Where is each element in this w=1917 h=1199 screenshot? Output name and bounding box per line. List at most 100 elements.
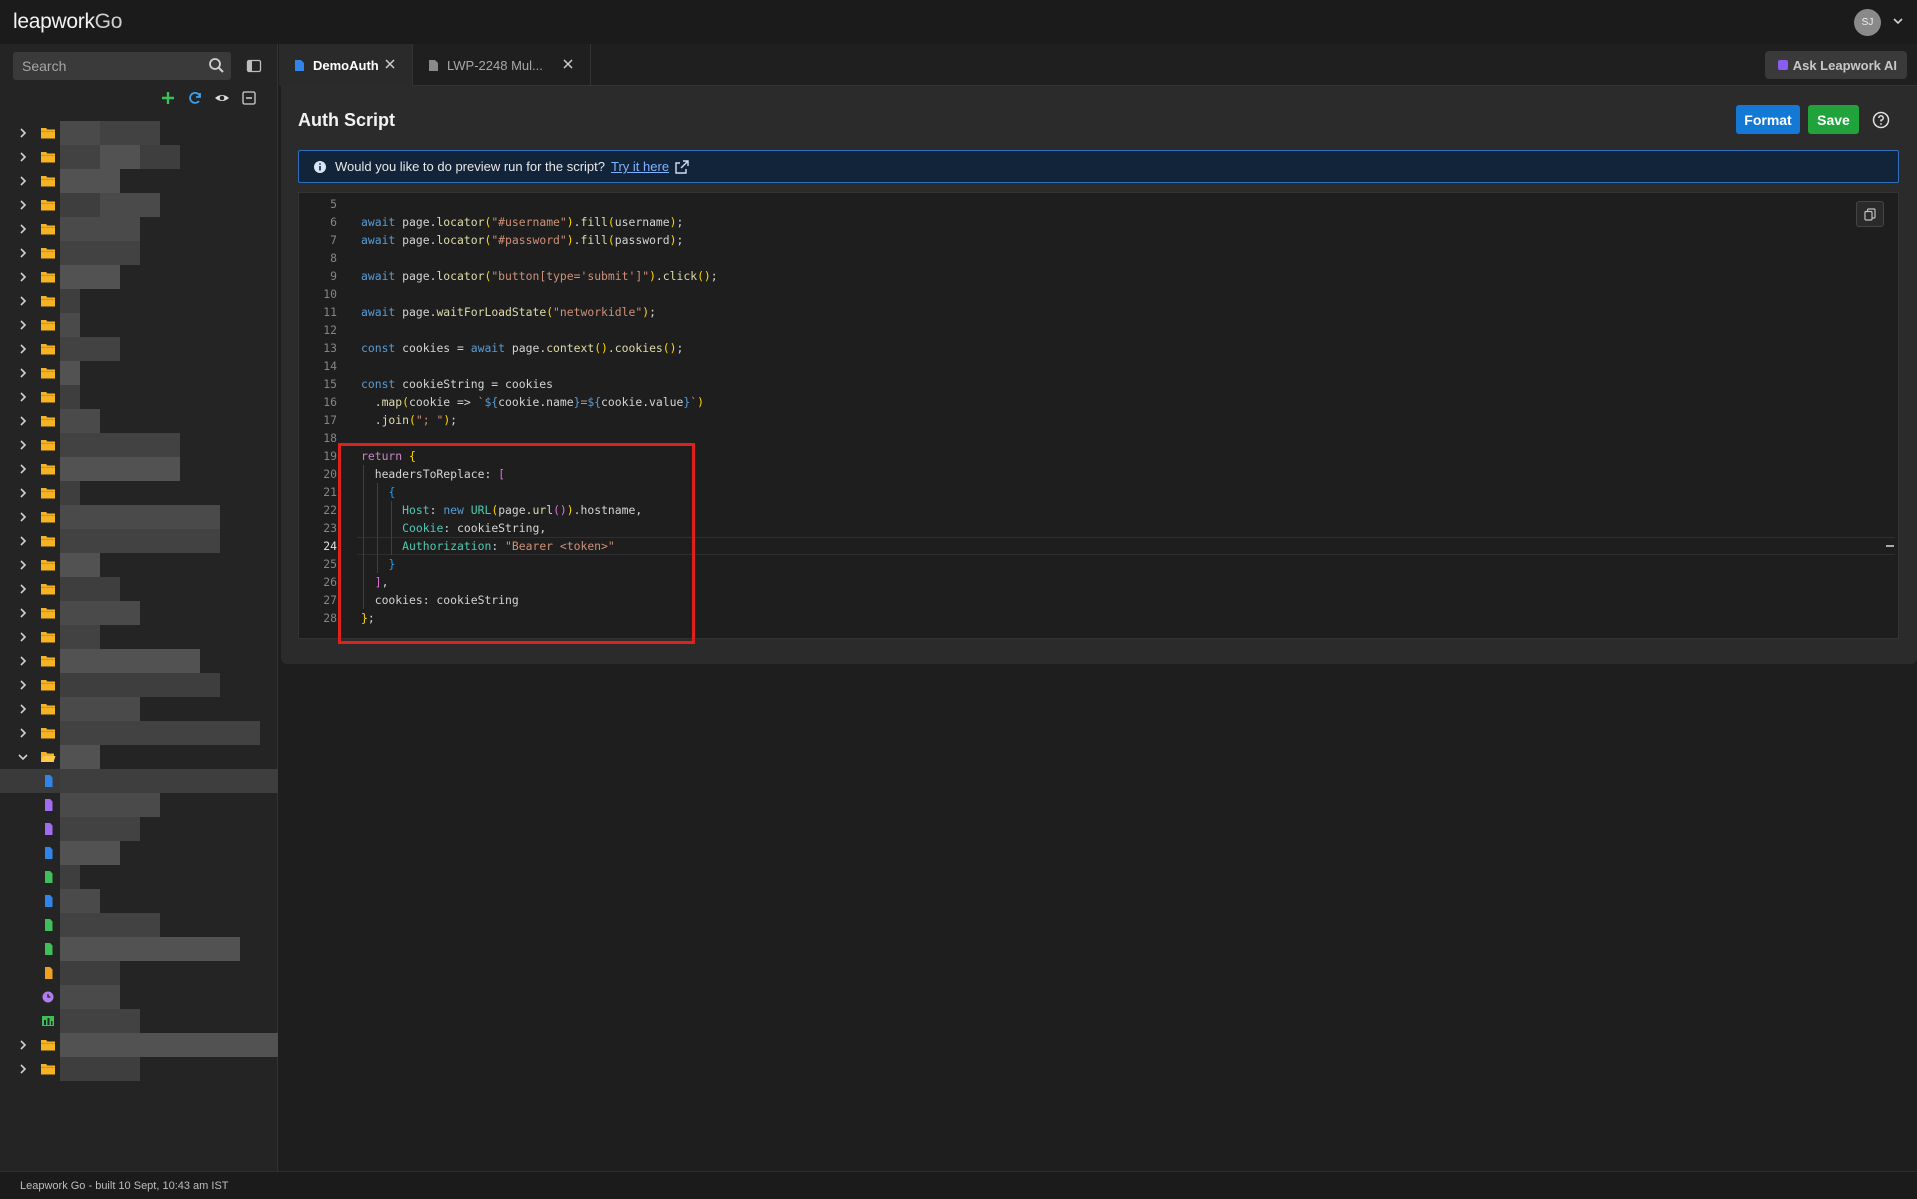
- tree-folder[interactable]: [0, 457, 278, 481]
- code-editor[interactable]: 5 6 await page.locator("#username").fill(u…: [298, 192, 1899, 639]
- tree-folder[interactable]: [0, 673, 278, 697]
- code-text: cookies: cookieString: [361, 593, 519, 607]
- format-button[interactable]: Format: [1736, 105, 1800, 134]
- tree-folder[interactable]: [0, 721, 278, 745]
- search-input[interactable]: [22, 58, 202, 74]
- chevron-right-icon[interactable]: [17, 319, 29, 331]
- chevron-down-icon[interactable]: [17, 751, 29, 763]
- chevron-right-icon[interactable]: [17, 487, 29, 499]
- tree-folder[interactable]: [0, 193, 278, 217]
- tree-folder[interactable]: [0, 697, 278, 721]
- chevron-right-icon[interactable]: [17, 1063, 29, 1075]
- search-box: [13, 52, 231, 80]
- tree-folder[interactable]: [0, 481, 278, 505]
- tree-folder[interactable]: [0, 121, 278, 145]
- tree-folder[interactable]: [0, 409, 278, 433]
- chevron-right-icon[interactable]: [17, 439, 29, 451]
- chevron-right-icon[interactable]: [17, 1039, 29, 1051]
- chevron-right-icon[interactable]: [17, 727, 29, 739]
- external-link-icon[interactable]: [675, 159, 689, 174]
- chevron-right-icon[interactable]: [17, 655, 29, 667]
- tree-item[interactable]: [0, 793, 278, 817]
- tree-folder[interactable]: [0, 745, 278, 769]
- tree-item[interactable]: [0, 937, 278, 961]
- chevron-right-icon[interactable]: [17, 511, 29, 523]
- tree-folder[interactable]: [0, 361, 278, 385]
- avatar[interactable]: SJ: [1854, 9, 1881, 36]
- chevron-right-icon[interactable]: [17, 535, 29, 547]
- tree-item[interactable]: [0, 841, 278, 865]
- tree-item[interactable]: [0, 769, 278, 793]
- tab-lwp-2248[interactable]: LWP-2248 Mul...: [413, 44, 591, 86]
- chevron-right-icon[interactable]: [17, 199, 29, 211]
- tree-folder[interactable]: [0, 577, 278, 601]
- tree-item[interactable]: [0, 1009, 278, 1033]
- tree-folder[interactable]: [0, 337, 278, 361]
- tree-folder[interactable]: [0, 601, 278, 625]
- app-logo[interactable]: leapworkGo: [13, 10, 122, 34]
- add-icon[interactable]: [160, 90, 176, 106]
- code-text: Cookie: cookieString,: [402, 521, 547, 535]
- chevron-right-icon[interactable]: [17, 271, 29, 283]
- help-icon[interactable]: [1872, 111, 1890, 129]
- tree-folder[interactable]: [0, 433, 278, 457]
- tree-folder[interactable]: [0, 1057, 278, 1081]
- tree-item[interactable]: [0, 865, 278, 889]
- tree-item[interactable]: [0, 889, 278, 913]
- chevron-right-icon[interactable]: [17, 367, 29, 379]
- chevron-right-icon[interactable]: [17, 631, 29, 643]
- tree-folder[interactable]: [0, 553, 278, 577]
- collapse-all-icon[interactable]: [241, 90, 257, 106]
- chevron-right-icon[interactable]: [17, 559, 29, 571]
- tree-item[interactable]: [0, 961, 278, 985]
- tree-folder[interactable]: [0, 1033, 278, 1057]
- chevron-right-icon[interactable]: [17, 463, 29, 475]
- chevron-right-icon[interactable]: [17, 391, 29, 403]
- chevron-down-icon[interactable]: [1891, 14, 1905, 28]
- tree-folder[interactable]: [0, 169, 278, 193]
- tree-folder[interactable]: [0, 241, 278, 265]
- line-number: 8: [330, 251, 337, 265]
- refresh-icon[interactable]: [187, 90, 203, 106]
- chevron-right-icon[interactable]: [17, 583, 29, 595]
- chevron-right-icon[interactable]: [17, 343, 29, 355]
- search-icon[interactable]: [208, 57, 225, 74]
- tab-demoauth[interactable]: DemoAuth: [279, 44, 413, 86]
- chevron-right-icon[interactable]: [17, 295, 29, 307]
- tree-item[interactable]: [0, 913, 278, 937]
- chevron-right-icon[interactable]: [17, 607, 29, 619]
- folder-icon: [41, 512, 55, 523]
- tree-folder[interactable]: [0, 505, 278, 529]
- scrollbar-marker[interactable]: [1886, 545, 1894, 547]
- obscured-label: [60, 1009, 140, 1033]
- tree-folder[interactable]: [0, 265, 278, 289]
- tree-folder[interactable]: [0, 145, 278, 169]
- tree-item[interactable]: [0, 817, 278, 841]
- obscured-label: [60, 601, 140, 625]
- chevron-right-icon[interactable]: [17, 175, 29, 187]
- tree-folder[interactable]: [0, 385, 278, 409]
- try-it-link[interactable]: Try it here: [611, 159, 669, 174]
- tree-folder[interactable]: [0, 289, 278, 313]
- code-text: await page.waitForLoadState("networkidle…: [361, 305, 656, 319]
- eye-icon[interactable]: [214, 90, 230, 106]
- chevron-right-icon[interactable]: [17, 679, 29, 691]
- tree-folder[interactable]: [0, 529, 278, 553]
- chevron-right-icon[interactable]: [17, 415, 29, 427]
- tree-folder[interactable]: [0, 313, 278, 337]
- ask-ai-button[interactable]: Ask Leapwork AI: [1764, 51, 1907, 79]
- chevron-right-icon[interactable]: [17, 247, 29, 259]
- chevron-right-icon[interactable]: [17, 127, 29, 139]
- chevron-right-icon[interactable]: [17, 703, 29, 715]
- close-icon[interactable]: [562, 58, 574, 70]
- chevron-right-icon[interactable]: [17, 151, 29, 163]
- tree-item[interactable]: [0, 985, 278, 1009]
- tree-folder[interactable]: [0, 649, 278, 673]
- close-icon[interactable]: [384, 58, 396, 70]
- chevron-right-icon[interactable]: [17, 223, 29, 235]
- collapse-sidebar-icon[interactable]: [246, 58, 262, 74]
- save-button[interactable]: Save: [1808, 105, 1859, 134]
- code-text: const cookieString = cookies: [361, 377, 554, 391]
- tree-folder[interactable]: [0, 625, 278, 649]
- tree-folder[interactable]: [0, 217, 278, 241]
